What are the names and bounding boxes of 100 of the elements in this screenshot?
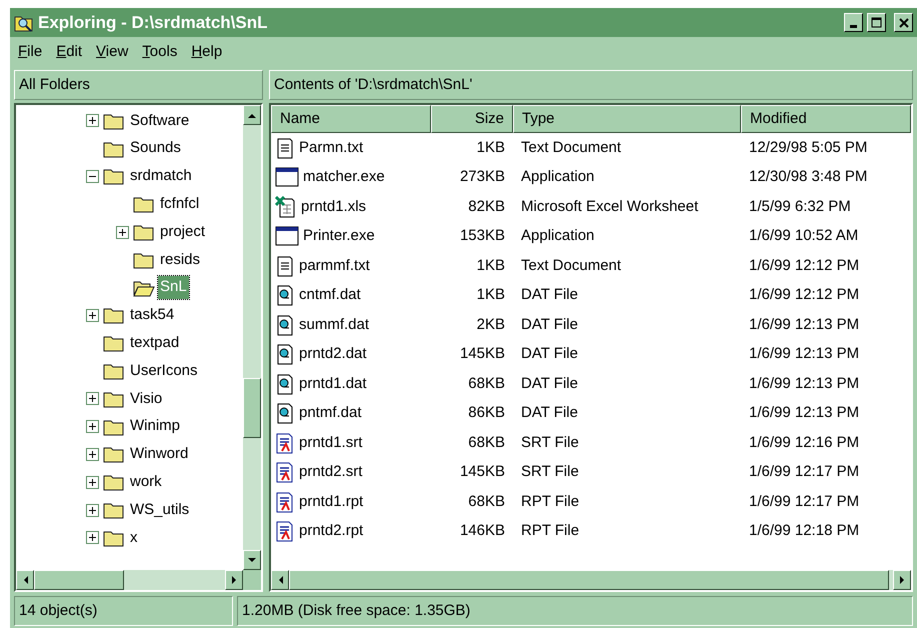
file-name[interactable]: prntd2.srt <box>299 461 362 484</box>
close-button[interactable] <box>894 13 913 32</box>
file-name[interactable]: Parmn.txt <box>299 136 364 159</box>
folder-item[interactable]: textpad <box>128 332 182 355</box>
folder-item[interactable]: resids <box>158 248 202 272</box>
scrollbar-corner <box>243 570 261 590</box>
window-title: Exploring - D:\srdmatch\SnL <box>38 12 269 34</box>
report-file-icon <box>275 490 295 513</box>
expand-icon[interactable] <box>86 476 99 489</box>
folder-item[interactable]: x <box>128 526 140 550</box>
folder-icon <box>103 167 125 186</box>
folder-item[interactable]: fcfnfcl <box>158 193 202 216</box>
file-modified: 1/6/99 12:16 PM <box>748 432 860 452</box>
explorer-icon <box>14 14 34 32</box>
file-name[interactable]: prntd1.rpt <box>299 490 364 513</box>
expand-icon[interactable] <box>86 448 99 461</box>
folder-icon <box>103 112 125 130</box>
expand-icon[interactable] <box>86 308 99 322</box>
expand-icon[interactable] <box>86 392 99 406</box>
status-text: 1.20MB (Disk free space: 1.35GB) <box>237 596 913 626</box>
file-size: 1KB <box>476 256 506 276</box>
folder-icon <box>103 528 125 547</box>
expand-icon[interactable] <box>86 420 99 434</box>
folder-icon <box>103 362 125 380</box>
folder-item[interactable]: Visio <box>128 388 164 410</box>
file-size: 2KB <box>476 314 506 334</box>
data-file-icon <box>275 343 295 366</box>
file-type: DAT File <box>520 403 579 423</box>
pane-header: All Folders <box>14 70 263 100</box>
file-size: 68KB <box>467 374 506 394</box>
folder-item[interactable]: UserIcons <box>128 360 200 382</box>
column-header[interactable]: Name <box>271 105 431 133</box>
application-icon <box>275 166 299 188</box>
file-name[interactable]: prntd2.rpt <box>299 520 364 542</box>
file-size: 1KB <box>476 138 506 158</box>
folder-item[interactable]: srdmatch <box>128 165 194 188</box>
file-name[interactable]: summf.dat <box>299 314 370 336</box>
folder-item[interactable]: Software <box>128 110 192 132</box>
expand-icon[interactable] <box>86 114 99 128</box>
folder-icon <box>133 250 155 269</box>
file-modified: 1/6/99 12:13 PM <box>748 374 860 394</box>
scroll-up-button[interactable] <box>243 105 261 125</box>
file-size: 82KB <box>467 196 506 216</box>
scroll-right-button[interactable] <box>893 570 911 590</box>
expand-icon[interactable] <box>86 531 99 544</box>
folder-icon <box>103 445 125 464</box>
expand-icon[interactable] <box>86 504 99 517</box>
folder-item[interactable]: Winword <box>128 443 190 466</box>
file-name[interactable]: parmmf.txt <box>299 254 370 277</box>
file-type: Text Document <box>520 256 622 276</box>
scrollbar-thumb[interactable] <box>243 378 261 438</box>
maximize-icon <box>871 17 882 28</box>
menu-item[interactable]: Edit <box>56 40 82 64</box>
column-header[interactable]: Modified <box>741 105 911 133</box>
maximize-button[interactable] <box>867 13 886 32</box>
right-arrow-icon <box>900 576 904 584</box>
minimize-button[interactable] <box>844 13 863 32</box>
file-modified: 1/6/99 12:12 PM <box>748 256 860 276</box>
close-icon <box>898 18 908 28</box>
file-modified: 1/5/99 6:32 PM <box>748 196 852 216</box>
file-name[interactable]: prntd1.srt <box>299 432 362 454</box>
scroll-down-button[interactable] <box>243 550 261 570</box>
horizontal-scrollbar[interactable] <box>16 570 243 590</box>
report-file-icon <box>275 461 295 484</box>
file-type: SRT File <box>520 432 580 452</box>
file-name[interactable]: prntd1.xls <box>301 196 366 218</box>
file-name[interactable]: Printer.exe <box>303 225 375 248</box>
folder-item[interactable]: Sounds <box>128 137 183 160</box>
folder-item[interactable]: Winimp <box>128 415 182 438</box>
file-name[interactable]: pntmf.dat <box>299 402 362 424</box>
menu-item[interactable]: Tools <box>142 40 178 64</box>
collapse-icon[interactable] <box>86 170 99 183</box>
file-type: Text Document <box>520 138 622 158</box>
file-size: 273KB <box>458 167 506 187</box>
file-name[interactable]: cntmf.dat <box>299 284 361 306</box>
file-type: SRT File <box>520 462 580 482</box>
vertical-scrollbar[interactable] <box>243 105 261 570</box>
scroll-left-button[interactable] <box>16 570 34 590</box>
menu-item[interactable]: Help <box>191 40 222 64</box>
file-type: Application <box>520 226 596 246</box>
scrollbar-thumb[interactable] <box>34 570 124 590</box>
expand-icon[interactable] <box>116 226 129 239</box>
file-modified: 12/29/98 5:05 PM <box>748 138 868 158</box>
file-size: 68KB <box>467 492 506 512</box>
file-name[interactable]: prntd2.dat <box>299 343 367 366</box>
menu-item[interactable]: View <box>96 40 128 64</box>
left-arrow-icon <box>278 576 282 584</box>
column-header[interactable]: Type <box>513 105 741 133</box>
scroll-right-button[interactable] <box>225 570 243 590</box>
column-header[interactable]: Size <box>431 105 513 133</box>
file-modified: 1/6/99 12:18 PM <box>748 521 860 541</box>
folder-item[interactable]: work <box>128 471 164 494</box>
file-modified: 12/30/98 3:48 PM <box>748 167 868 187</box>
folder-item[interactable]: WS_utils <box>128 498 192 522</box>
folder-item[interactable]: task54 <box>128 304 176 327</box>
menu-item[interactable]: File <box>18 40 42 64</box>
folder-item[interactable]: project <box>158 220 208 244</box>
file-name[interactable]: matcher.exe <box>303 166 385 188</box>
scroll-left-button[interactable] <box>271 570 289 590</box>
file-name[interactable]: prntd1.dat <box>299 372 367 395</box>
